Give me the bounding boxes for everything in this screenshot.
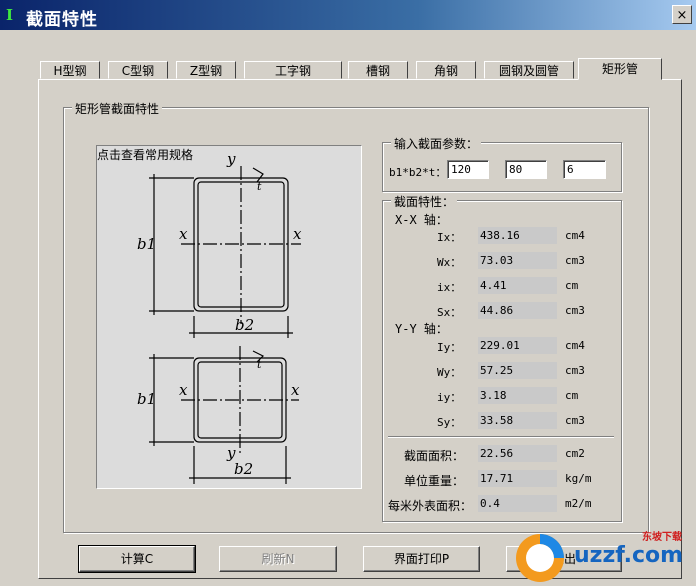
tab-channel[interactable]: 槽钢 bbox=[348, 61, 408, 79]
sx-unit: cm3 bbox=[565, 304, 585, 317]
watermark-brand: uzzf.com bbox=[574, 543, 684, 568]
ix-moment-value: 438.16 bbox=[478, 227, 557, 244]
t-label-2: t bbox=[257, 358, 262, 371]
yy-axis-label: Y-Y 轴： bbox=[395, 322, 448, 336]
surface-value: 0.4 bbox=[478, 495, 557, 512]
ix-moment-label: Ix： bbox=[437, 231, 462, 244]
wx-unit: cm3 bbox=[565, 254, 585, 267]
surface-unit: m2/m bbox=[565, 497, 592, 510]
calc-button-label: 计算C bbox=[120, 552, 154, 566]
x-label-left-2: x bbox=[179, 381, 188, 399]
wy-value: 57.25 bbox=[478, 362, 557, 379]
calc-button[interactable]: 计算C bbox=[78, 545, 196, 573]
b1-label-2: b1 bbox=[137, 390, 156, 408]
b2-label-1: b2 bbox=[235, 316, 254, 334]
tab-h-steel[interactable]: H型钢 bbox=[40, 61, 100, 79]
close-button[interactable]: × bbox=[672, 5, 692, 24]
tab-c-steel[interactable]: C型钢 bbox=[108, 61, 168, 79]
weight-value: 17.71 bbox=[478, 470, 557, 487]
divider bbox=[388, 436, 614, 438]
rect-tube-drawing: y x x t b1 b2 x x t b1 y b2 bbox=[137, 150, 302, 484]
wy-unit: cm3 bbox=[565, 364, 585, 377]
input-group-title: 输入截面参数： bbox=[391, 135, 482, 152]
props-group-title: 截面特性： bbox=[391, 193, 458, 210]
t-input[interactable]: 6 bbox=[563, 160, 606, 179]
app-icon: I bbox=[6, 6, 14, 24]
t-label-1: t bbox=[257, 180, 262, 193]
iy-radius-unit: cm bbox=[565, 389, 579, 402]
sy-value: 33.58 bbox=[478, 412, 557, 429]
weight-label: 单位重量： bbox=[404, 474, 465, 488]
b1-input[interactable]: 120 bbox=[447, 160, 489, 179]
x-label-left-1: x bbox=[179, 225, 188, 243]
section-group-title: 矩形管截面特性 bbox=[72, 100, 163, 117]
weight-unit: kg/m bbox=[565, 472, 592, 485]
b2-label-2: b2 bbox=[234, 460, 253, 478]
window-title: 截面特性 bbox=[26, 10, 98, 30]
iy-radius-value: 3.18 bbox=[478, 387, 557, 404]
wx-label: Wx： bbox=[437, 256, 462, 269]
b2-input[interactable]: 80 bbox=[505, 160, 547, 179]
wy-label: Wy： bbox=[437, 366, 462, 379]
sx-label: Sx： bbox=[437, 306, 462, 319]
area-value: 22.56 bbox=[478, 445, 557, 462]
iy-moment-unit: cm4 bbox=[565, 339, 585, 352]
xx-axis-label: X-X 轴： bbox=[395, 213, 448, 227]
tab-i-beam[interactable]: 工字钢 bbox=[244, 61, 342, 79]
ix-radius-unit: cm bbox=[565, 279, 579, 292]
sy-unit: cm3 bbox=[565, 414, 585, 427]
ix-radius-value: 4.41 bbox=[478, 277, 557, 294]
b1-label-1: b1 bbox=[137, 235, 156, 253]
iy-moment-label: Iy： bbox=[437, 341, 462, 354]
title-bar: I 截面特性 × bbox=[0, 0, 696, 30]
ix-moment-unit: cm4 bbox=[565, 229, 585, 242]
surface-label: 每米外表面积： bbox=[388, 499, 473, 513]
area-label: 截面面积： bbox=[404, 449, 465, 463]
tab-rect-tube[interactable]: 矩形管 bbox=[578, 58, 662, 80]
iy-radius-label: iy： bbox=[437, 391, 462, 404]
ix-radius-label: ix： bbox=[437, 281, 462, 294]
x-label-right-2: x bbox=[291, 381, 300, 399]
area-unit: cm2 bbox=[565, 447, 585, 460]
x-label-right-1: x bbox=[293, 225, 302, 243]
refresh-button[interactable]: 刷新N bbox=[219, 546, 337, 572]
sy-label: Sy： bbox=[437, 416, 462, 429]
sx-value: 44.86 bbox=[478, 302, 557, 319]
section-diagram[interactable]: 点击查看常用规格 y x x t b1 b2 x x t b1 y b2 bbox=[96, 145, 362, 489]
tab-angle[interactable]: 角钢 bbox=[416, 61, 476, 79]
print-button[interactable]: 界面打印P bbox=[363, 546, 480, 572]
watermark-small: 东坡下载 bbox=[642, 532, 682, 543]
refresh-button-label: 刷新N bbox=[261, 552, 295, 566]
y-label-top-1: y bbox=[226, 150, 236, 168]
iy-moment-value: 229.01 bbox=[478, 337, 557, 354]
tab-z-steel[interactable]: Z型钢 bbox=[176, 61, 236, 79]
print-button-label: 界面打印P bbox=[393, 552, 450, 566]
dims-label: b1*b2*t： bbox=[389, 166, 447, 179]
tab-round-tube[interactable]: 圆钢及圆管 bbox=[484, 61, 574, 79]
wx-value: 73.03 bbox=[478, 252, 557, 269]
